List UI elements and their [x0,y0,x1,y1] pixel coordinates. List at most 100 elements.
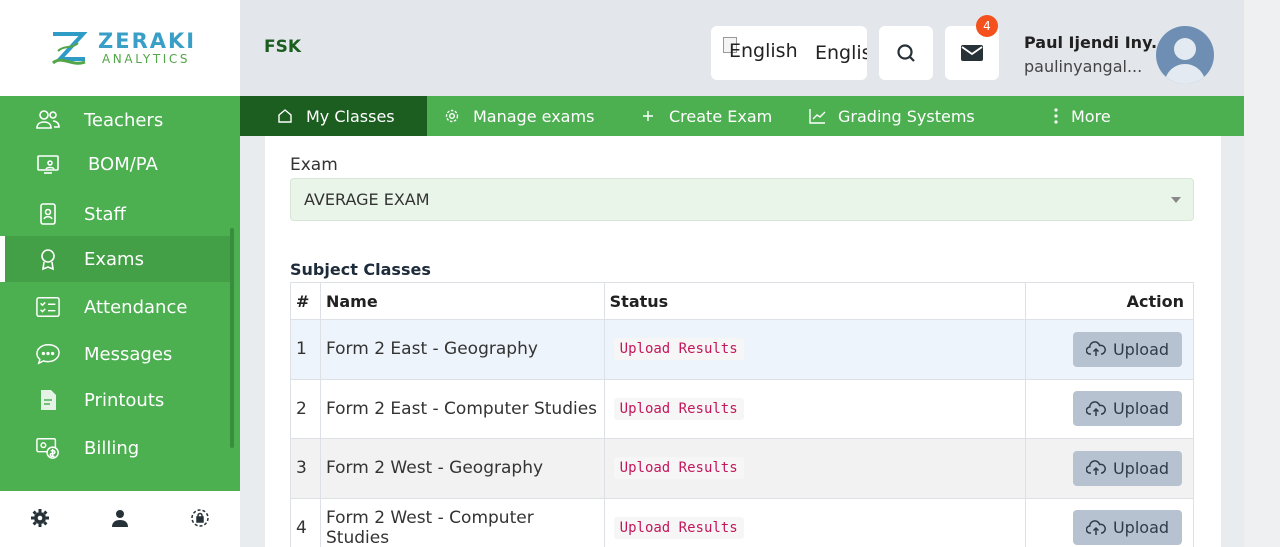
sidebar-item-label: Printouts [84,389,165,411]
upload-button[interactable]: Upload [1073,450,1182,486]
row-number: 4 [290,497,321,547]
user-email: paulinyangal... [1024,57,1143,76]
row-number: 1 [290,319,321,380]
subject-classes-table: # Name Status Action 1 Form 2 East - Geo… [290,282,1194,547]
user-name[interactable]: Paul Ijendi Iny... [1024,33,1169,52]
subject-classes-title: Subject Classes [290,260,431,279]
row-action-cell: Upload [1025,378,1194,439]
tab-create-exam[interactable]: Create Exam [639,96,772,136]
zeraki-logo-icon [52,32,88,65]
sidebar-item-exams[interactable]: Exams [0,236,232,282]
award-icon [36,247,60,271]
sidebar-item-teachers[interactable]: Teachers [0,97,232,143]
sidebar-item-label: BOM/PA [88,153,158,175]
tab-more[interactable]: More [1047,96,1111,136]
top-tab-bar: My Classes Manage exams Create Exam Grad… [240,96,1244,136]
row-name: Form 2 West - Computer Studies [319,497,605,547]
chevron-down-icon [1171,197,1181,203]
tab-label: Grading Systems [838,106,975,126]
users-icon [36,108,60,132]
tab-manage-exams[interactable]: Manage exams [443,96,594,136]
top-header: FSK English English 4 Paul Ijendi Iny...… [240,0,1244,96]
column-header-status: Status [603,282,1027,320]
cloud-upload-icon [1085,460,1106,476]
sidebar-item-label: Staff [84,203,126,225]
organization-name: FSK [264,37,302,57]
billing-icon [36,436,60,460]
sidebar-scrollbar[interactable] [230,228,234,448]
home-icon [276,107,294,125]
upload-button[interactable]: Upload [1073,510,1182,546]
column-header-name: Name [319,282,605,320]
avatar[interactable] [1156,26,1214,84]
sidebar: ZERAKI ANALYTICS Teachers BOM/PA Staff E… [0,0,240,547]
tab-grading-systems[interactable]: Grading Systems [808,96,975,136]
tab-my-classes[interactable]: My Classes [240,96,427,136]
plus-icon [639,107,657,125]
row-status-cell: Upload Results [603,497,1027,547]
row-action-cell: Upload [1025,438,1194,499]
table-header-row: # Name Status Action [290,282,1194,320]
sidebar-item-bom-pa[interactable]: BOM/PA [0,141,232,187]
document-icon [36,388,60,412]
row-number: 2 [290,378,321,439]
lock-icon[interactable] [189,507,211,529]
upload-button[interactable]: Upload [1073,331,1182,367]
tab-label: More [1071,106,1111,126]
person-icon[interactable] [109,507,131,529]
notification-badge: 4 [976,15,998,37]
status-text: Upload Results [613,338,744,361]
gear-icon[interactable] [29,507,51,529]
mail-icon [961,45,983,61]
sidebar-item-messages[interactable]: Messages [0,331,232,377]
exam-select-value: AVERAGE EXAM [304,190,430,209]
cloud-upload-icon [1085,519,1106,535]
row-action-cell: Upload [1025,497,1194,547]
upload-label: Upload [1112,458,1170,478]
table-row: 4 Form 2 West - Computer Studies Upload … [290,497,1194,547]
sidebar-item-printouts[interactable]: Printouts [0,377,232,423]
upload-label: Upload [1112,399,1170,419]
exam-select[interactable]: AVERAGE EXAM [290,178,1194,221]
row-name: Form 2 West - Geography [319,438,605,499]
cloud-upload-icon [1085,341,1106,357]
row-status-cell: Upload Results [603,438,1027,499]
tab-label: Create Exam [669,106,773,126]
brand-subtitle: ANALYTICS [102,52,191,66]
search-button[interactable] [879,26,933,80]
sidebar-item-staff[interactable]: Staff [0,191,232,237]
sidebar-item-attendance[interactable]: Attendance [0,284,232,330]
sidebar-item-label: Messages [84,343,173,365]
sidebar-footer [0,491,240,547]
status-text: Upload Results [613,397,744,420]
sidebar-item-label: Attendance [84,296,188,318]
sidebar-item-billing[interactable]: Billing [0,425,232,471]
sidebar-item-label: Teachers [84,109,164,131]
upload-label: Upload [1112,339,1170,359]
vertical-dots-icon [1047,107,1065,125]
brand-title: ZERAKI [98,29,197,53]
row-name: Form 2 East - Geography [319,319,605,380]
status-text: Upload Results [613,516,744,539]
table-row: 3 Form 2 West - Geography Upload Results… [290,438,1194,499]
id-badge-icon [36,202,60,226]
tab-label: Manage exams [473,106,595,126]
checklist-icon [36,295,60,319]
row-number: 3 [290,438,321,499]
chat-icon [36,342,60,366]
table-row: 1 Form 2 East - Geography Upload Results… [290,319,1194,380]
cloud-upload-icon [1085,400,1106,416]
gear-icon [443,107,461,125]
monitor-user-icon [36,152,60,176]
upload-label: Upload [1112,518,1170,538]
upload-button[interactable]: Upload [1073,391,1182,427]
row-status-cell: Upload Results [603,319,1027,380]
logo[interactable]: ZERAKI ANALYTICS [0,0,240,96]
column-header-action: Action [1025,282,1194,320]
sidebar-item-label: Billing [84,437,140,459]
exam-label: Exam [290,155,338,175]
status-text: Upload Results [613,457,744,480]
language-selector[interactable]: English English [711,26,867,80]
right-gutter [1244,0,1280,547]
row-action-cell: Upload [1025,319,1194,380]
